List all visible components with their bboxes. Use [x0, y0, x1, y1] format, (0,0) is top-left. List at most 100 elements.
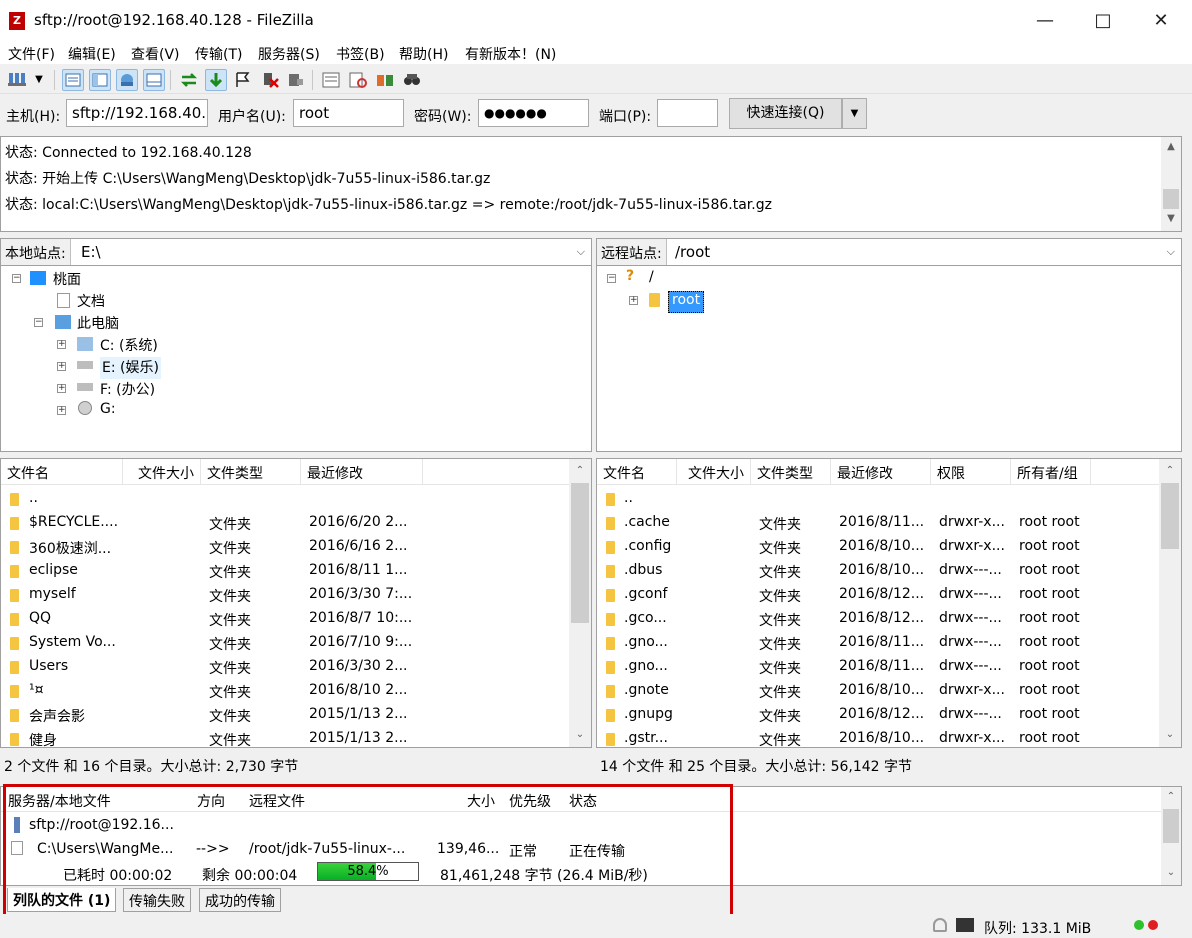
table-row[interactable]: .. [597, 487, 1159, 511]
queue-header-priority[interactable]: 优先级 [509, 791, 551, 811]
collapse-icon[interactable]: − [12, 274, 21, 283]
table-row[interactable]: myself 文件夹 2016/3/30 7:... [1, 583, 569, 607]
table-row[interactable]: .gno... 文件夹 2016/8/11... drwx---... root roo… [597, 631, 1159, 655]
collapse-icon[interactable]: − [607, 274, 616, 283]
scrollbar-thumb[interactable] [1161, 483, 1179, 549]
maximize-button[interactable]: □ [1074, 0, 1132, 42]
table-row[interactable]: .config 文件夹 2016/8/10... drwxr-x... root roo… [597, 535, 1159, 559]
table-row[interactable]: .gco... 文件夹 2016/8/12... drwx---... root roo… [597, 607, 1159, 631]
tree-item-desktop[interactable]: 桃面 [53, 269, 81, 291]
menu-view[interactable]: 查看(V) [131, 44, 180, 64]
password-input[interactable]: ●●●●●● [478, 99, 589, 127]
queue-header-server-local[interactable]: 服务器/本地文件 [8, 791, 111, 811]
menu-transfer[interactable]: 传输(T) [195, 44, 242, 64]
scroll-down-icon[interactable]: ▼ [1161, 213, 1181, 224]
table-row[interactable]: .gstr... 文件夹 2016/8/10... drwxr-x... root ro… [597, 727, 1159, 747]
table-row[interactable]: ¹¤ 文件夹 2016/8/10 2... [1, 679, 569, 703]
toggle-filename-filter-icon[interactable] [347, 69, 369, 91]
toggle-queue-icon[interactable] [143, 69, 165, 91]
disconnect-icon[interactable] [258, 69, 280, 91]
table-row[interactable]: 360极速浏... 文件夹 2016/6/16 2... [1, 535, 569, 559]
table-row[interactable]: Users 文件夹 2016/3/30 2... [1, 655, 569, 679]
reconnect-icon[interactable] [284, 69, 306, 91]
tree-item-this-pc[interactable]: 此电脑 [77, 313, 119, 335]
table-row[interactable]: .. [1, 487, 569, 511]
queue-header-size[interactable]: 大小 [467, 791, 495, 811]
menu-bookmarks[interactable]: 书签(B) [336, 44, 385, 64]
column-header-filesize[interactable]: 文件大小 [677, 459, 751, 485]
table-row[interactable]: .gno... 文件夹 2016/8/11... drwx---... root roo… [597, 655, 1159, 679]
close-button[interactable]: ✕ [1132, 0, 1190, 42]
log-scrollbar[interactable]: ▲ ▼ [1161, 137, 1181, 231]
table-row[interactable]: eclipse 文件夹 2016/8/11 1... [1, 559, 569, 583]
menu-server[interactable]: 服务器(S) [258, 44, 320, 64]
scroll-down-icon[interactable]: ⌄ [569, 729, 591, 740]
expand-icon[interactable]: + [57, 340, 66, 349]
quickconnect-history-dropdown[interactable]: ▼ [842, 98, 867, 129]
site-manager-icon[interactable] [6, 69, 28, 91]
queue-local-file[interactable]: C:\Users\WangMe... [37, 841, 173, 857]
tree-item-root-dir[interactable]: / [649, 269, 654, 291]
scrollbar-thumb[interactable] [1163, 189, 1179, 209]
queue-header-direction[interactable]: 方向 [197, 791, 225, 811]
menu-edit[interactable]: 编辑(E) [68, 44, 116, 64]
table-row[interactable]: .gconf 文件夹 2016/8/12... drwx---... root root [597, 583, 1159, 607]
scrollbar-thumb[interactable] [571, 483, 589, 623]
column-header-modified[interactable]: 最近修改 [301, 459, 423, 485]
menu-help[interactable]: 帮助(H) [399, 44, 448, 64]
expand-icon[interactable]: + [57, 406, 66, 415]
tree-item-drive-f[interactable]: F: (办公) [100, 379, 155, 401]
tree-item-root-folder[interactable]: root [668, 291, 705, 313]
menu-new-version[interactable]: 有新版本！(N) [465, 44, 556, 64]
username-input[interactable]: root [293, 99, 404, 127]
expand-icon[interactable]: + [57, 362, 66, 371]
tree-item-drive-c[interactable]: C: (系统) [100, 335, 158, 357]
column-header-owner[interactable]: 所有者/组 [1011, 459, 1091, 485]
column-header-filesize[interactable]: 文件大小 [123, 459, 201, 485]
process-queue-icon[interactable] [205, 69, 227, 91]
column-header-filetype[interactable]: 文件类型 [751, 459, 831, 485]
toggle-remote-tree-icon[interactable] [116, 69, 138, 91]
table-row[interactable]: .dbus 文件夹 2016/8/10... drwx---... root root [597, 559, 1159, 583]
tab-queued-files[interactable]: 列队的文件 (1) [7, 888, 117, 912]
compare-directories-icon[interactable] [374, 69, 396, 91]
scroll-down-icon[interactable]: ⌄ [1159, 729, 1181, 740]
queue-header-remote[interactable]: 远程文件 [249, 791, 305, 811]
tree-item-drive-e[interactable]: E: (娱乐) [100, 357, 161, 379]
queue-remote-file[interactable]: /root/jdk-7u55-linux-... [249, 841, 405, 857]
menu-file[interactable]: 文件(F) [8, 44, 55, 64]
cancel-operation-icon[interactable] [232, 69, 254, 91]
scroll-up-icon[interactable]: ⌃ [569, 465, 591, 476]
expand-icon[interactable]: + [57, 384, 66, 393]
host-input[interactable]: sftp://192.168.40.1 [66, 99, 208, 127]
column-header-filename[interactable]: 文件名 [597, 459, 677, 485]
tree-item-drive-g[interactable]: G: [100, 401, 116, 423]
tab-successful-transfers[interactable]: 成功的传输 [199, 888, 281, 912]
toggle-local-tree-icon[interactable] [89, 69, 111, 91]
chevron-down-icon[interactable]: ⌵ [577, 245, 585, 259]
remote-path-input[interactable]: /root [675, 243, 710, 261]
column-header-permissions[interactable]: 权限 [931, 459, 1011, 485]
local-list-scrollbar[interactable]: ⌃ ⌄ [569, 459, 591, 747]
tab-failed-transfers[interactable]: 传输失败 [123, 888, 191, 912]
table-row[interactable]: .cache 文件夹 2016/8/11... drwxr-x... root root [597, 511, 1159, 535]
expand-icon[interactable]: + [629, 296, 638, 305]
column-header-filetype[interactable]: 文件类型 [201, 459, 301, 485]
minimize-button[interactable]: — [1016, 0, 1074, 42]
scroll-up-icon[interactable]: ⌃ [1159, 465, 1181, 476]
column-header-filename[interactable]: 文件名 [1, 459, 123, 485]
table-row[interactable]: $RECYCLE.... 文件夹 2016/6/20 2... [1, 511, 569, 535]
chevron-down-icon[interactable]: ⌵ [1167, 245, 1175, 259]
directory-listing-filters-icon[interactable] [320, 69, 342, 91]
table-row[interactable]: .gnote 文件夹 2016/8/10... drwxr-x... root root [597, 679, 1159, 703]
table-row[interactable]: 健身 文件夹 2015/1/13 2... [1, 727, 569, 747]
scroll-down-icon[interactable]: ⌄ [1161, 867, 1181, 878]
scrollbar-thumb[interactable] [1163, 809, 1179, 843]
column-header-modified[interactable]: 最近修改 [831, 459, 931, 485]
scroll-up-icon[interactable]: ⌃ [1161, 791, 1181, 802]
queue-header-status[interactable]: 状态 [569, 791, 597, 811]
tree-item-documents[interactable]: 文档 [77, 291, 105, 313]
search-remote-files-icon[interactable] [401, 69, 423, 91]
port-input[interactable] [657, 99, 718, 127]
chevron-down-icon[interactable]: ▼ [32, 69, 46, 91]
